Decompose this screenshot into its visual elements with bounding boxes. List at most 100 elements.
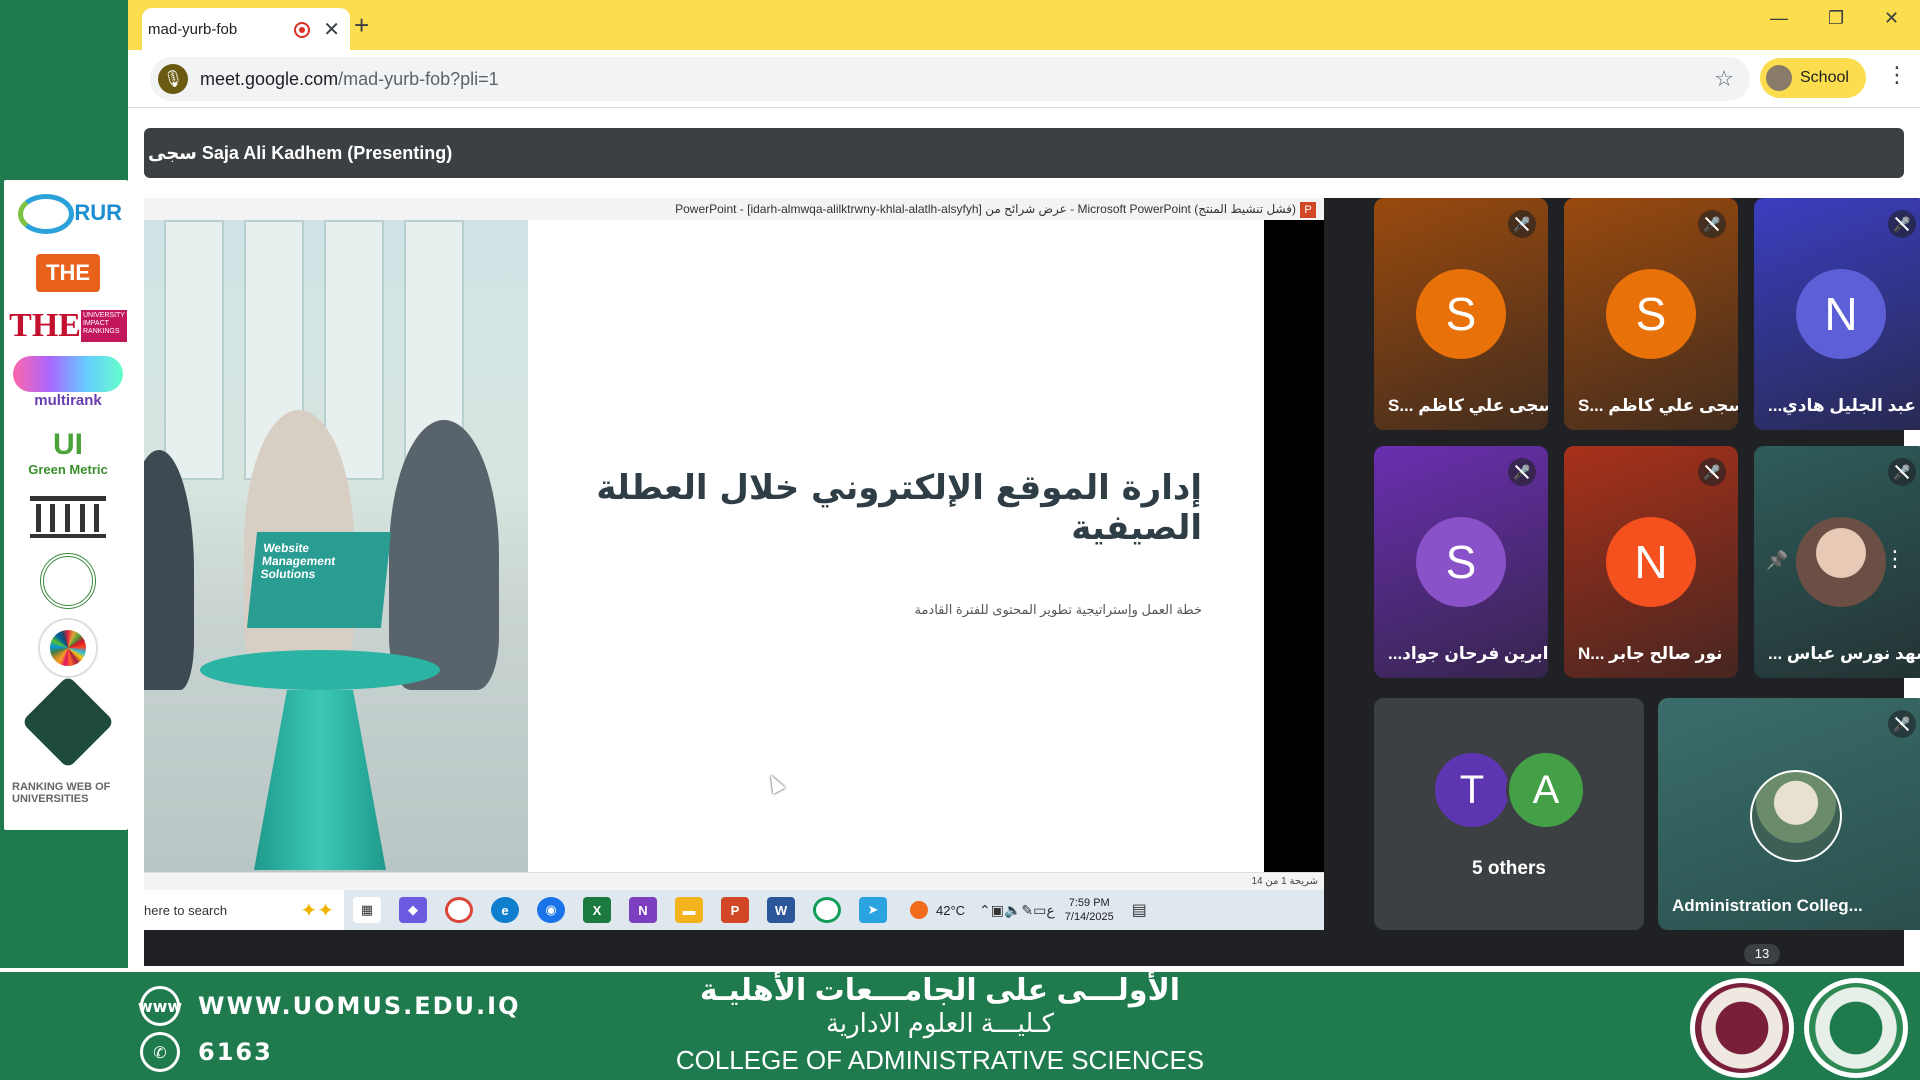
powerpoint-title-bar: PowerPoint - [idarh-almwqa-alilktrwny-kh…	[144, 198, 1324, 220]
profile-avatar	[1766, 65, 1792, 91]
participant-tile[interactable]: S 🎤 S... سجى علي كاظم	[1374, 198, 1548, 430]
webometrics-logo: RANKING WEB OF UNIVERSITIES	[12, 781, 111, 805]
muted-mic-icon: 🎤	[1698, 458, 1726, 486]
arab-universities-logo	[12, 550, 124, 612]
taskbar-search[interactable]: here to search ✦✦	[144, 890, 344, 930]
others-avatars: T A	[1432, 750, 1586, 830]
more-options-icon[interactable]: ⋮	[1884, 546, 1906, 572]
globe-icon: www	[138, 986, 182, 1026]
college-banner: www WWW.UOMUS.EDU.IQ ✆ 6163 الأولـــى على …	[0, 968, 1920, 1080]
participant-avatar: N	[1606, 517, 1696, 607]
multirank-logo: multirank	[12, 354, 124, 410]
participant-tile[interactable]: 📌 ⋮ 🎤 ... شهد نورس عباس	[1754, 446, 1920, 678]
tab-bar: mad-yurb-fob ✕ + — ❐ ✕	[128, 0, 1920, 50]
close-window-icon[interactable]: ✕	[1884, 8, 1899, 29]
browser-toolbar: 🎙 meet.google.com/mad-yurb-fob?pli=1 ☆ S…	[128, 50, 1920, 108]
participant-tile[interactable]: N 🎤 N... نور صالح جابر	[1564, 446, 1738, 678]
edge-icon[interactable]: e	[491, 897, 519, 923]
admin-group-photo	[1750, 770, 1842, 862]
taskbar-weather[interactable]: 42°C	[910, 901, 965, 919]
participant-tile[interactable]: S 🎤 ...ابرين فرحان جواد	[1374, 446, 1548, 678]
address-bar[interactable]: 🎙 meet.google.com/mad-yurb-fob?pli=1 ☆	[150, 57, 1750, 101]
rur-logo: RUR	[12, 188, 124, 238]
app-icon[interactable]: ◉	[537, 897, 565, 923]
new-tab-icon[interactable]: +	[354, 10, 369, 41]
the-logo: THE	[12, 250, 124, 296]
powerpoint-taskbar-icon[interactable]: P	[721, 897, 749, 923]
arab-engineers-federation-logo	[12, 675, 124, 769]
microphone-icon[interactable]: 🎙	[158, 64, 188, 94]
visual-studio-icon[interactable]: N	[629, 897, 657, 923]
muted-mic-icon: 🎤	[1508, 458, 1536, 486]
participant-avatar: S	[1416, 517, 1506, 607]
slide-photo: Website Management Solutions	[144, 220, 528, 872]
file-explorer-icon[interactable]: ▬	[675, 897, 703, 923]
slide-heading: إدارة الموقع الإلكتروني خلال العطلة الصي…	[596, 468, 1202, 548]
powerpoint-icon: P	[1300, 201, 1316, 218]
admin-college-tile[interactable]: 🎤 Administration Colleg...	[1658, 698, 1920, 930]
slide-letterbox	[1264, 220, 1324, 872]
participant-avatar: S	[1416, 269, 1506, 359]
participant-count-badge[interactable]: 13	[1744, 944, 1780, 964]
phone-icon: ✆	[140, 1032, 180, 1072]
muted-mic-icon: 🎤	[1888, 210, 1916, 238]
chrome-profile-icon[interactable]	[813, 897, 841, 923]
banner-arabic-line1: الأولـــى على الجامـــعات الأهليـة	[699, 974, 1181, 1007]
participant-photo	[1796, 517, 1886, 607]
tab-meet[interactable]: mad-yurb-fob ✕	[142, 8, 350, 50]
the-impact-rankings-logo: THE UNIVERSITY IMPACT RANKINGS	[9, 307, 127, 344]
copilot-icon[interactable]: ◆	[399, 897, 427, 923]
greenmetric-logo: UI Green Metric	[28, 427, 108, 477]
avatar-a: A	[1506, 750, 1586, 830]
telegram-icon[interactable]: ➤	[859, 897, 887, 923]
maximize-icon[interactable]: ❐	[1828, 8, 1844, 29]
participant-tile[interactable]: N 🎤 ...ر عبد الجليل هادي	[1754, 198, 1920, 430]
profile-button[interactable]: School	[1760, 58, 1866, 98]
phone-contact: ✆ 6163	[140, 1032, 273, 1072]
shared-screen[interactable]: PowerPoint - [idarh-almwqa-alilktrwny-kh…	[144, 198, 1324, 930]
muted-mic-icon: 🎤	[1888, 458, 1916, 486]
recording-icon	[294, 22, 310, 38]
others-tile[interactable]: T A 5 others	[1374, 698, 1644, 930]
pin-icon[interactable]: 📌	[1766, 550, 1788, 571]
participant-tile[interactable]: S 🎤 S... سجى علي كاظم	[1564, 198, 1738, 430]
slide-main: إدارة الموقع الإلكتروني خلال العطلة الصي…	[528, 220, 1264, 872]
browser-menu-icon[interactable]: ⋮	[1886, 62, 1908, 88]
laptop-screen-text: Website Management Solutions	[246, 532, 392, 628]
banner-arabic-line2: كـليـــة العلوم الادارية	[825, 1008, 1055, 1038]
bookmark-star-icon[interactable]: ☆	[1714, 66, 1734, 92]
presentation-bar: سجى Saja Ali Kadhem (Presenting)	[144, 128, 1904, 178]
chrome-icon[interactable]	[445, 897, 473, 923]
others-label: 5 others	[1472, 858, 1546, 879]
participant-name: N... نور صالح جابر	[1578, 644, 1723, 663]
avatar-t: T	[1432, 750, 1512, 830]
url-text: meet.google.com/mad-yurb-fob?pli=1	[200, 68, 499, 89]
sdg-wheel-logo	[12, 620, 124, 676]
muted-mic-icon: 🎤	[1888, 710, 1916, 738]
minimize-icon[interactable]: —	[1770, 8, 1788, 29]
muted-mic-icon: 🎤	[1698, 210, 1726, 238]
slide-status-bar: شريحة 1 من 14	[144, 872, 1324, 890]
word-icon[interactable]: W	[767, 897, 795, 923]
notification-icon[interactable]: ▤	[1132, 900, 1147, 920]
participant-name: ...ابرين فرحان جواد	[1388, 644, 1548, 663]
task-view-icon[interactable]: ▦	[353, 897, 381, 923]
institution-pillars-logo	[12, 492, 124, 542]
close-tab-icon[interactable]: ✕	[323, 17, 340, 42]
system-tray-icons[interactable]: ⌃▣🔈✎▭ع	[979, 902, 1055, 919]
meet-stage: PowerPoint - [idarh-almwqa-alilktrwny-kh…	[144, 198, 1920, 966]
ranking-logo-strip: RUR THE THE UNIVERSITY IMPACT RANKINGS mu…	[4, 180, 128, 830]
copilot-sparkle-icon: ✦✦	[300, 900, 334, 922]
taskbar-clock[interactable]: 7:59 PM 7/14/2025	[1065, 896, 1114, 924]
excel-icon[interactable]: X	[583, 897, 611, 923]
muted-mic-icon: 🎤	[1508, 210, 1536, 238]
website-contact: www WWW.UOMUS.EDU.IQ	[138, 986, 521, 1026]
participant-name: ... شهد نورس عباس	[1768, 644, 1920, 663]
participant-avatar: N	[1796, 269, 1886, 359]
meet-page: سجى Saja Ali Kadhem (Presenting) PowerPo…	[144, 108, 1920, 966]
participant-name: S... سجى علي كاظم	[1578, 396, 1738, 415]
presenter-label: سجى Saja Ali Kadhem (Presenting)	[148, 142, 453, 163]
browser-window: mad-yurb-fob ✕ + — ❐ ✕ 🎙 meet.google.com…	[128, 0, 1920, 968]
participant-avatar: S	[1606, 269, 1696, 359]
slide-subtitle: خطة العمل وإستراتيجية تطوير المحتوى للفت…	[914, 602, 1202, 617]
